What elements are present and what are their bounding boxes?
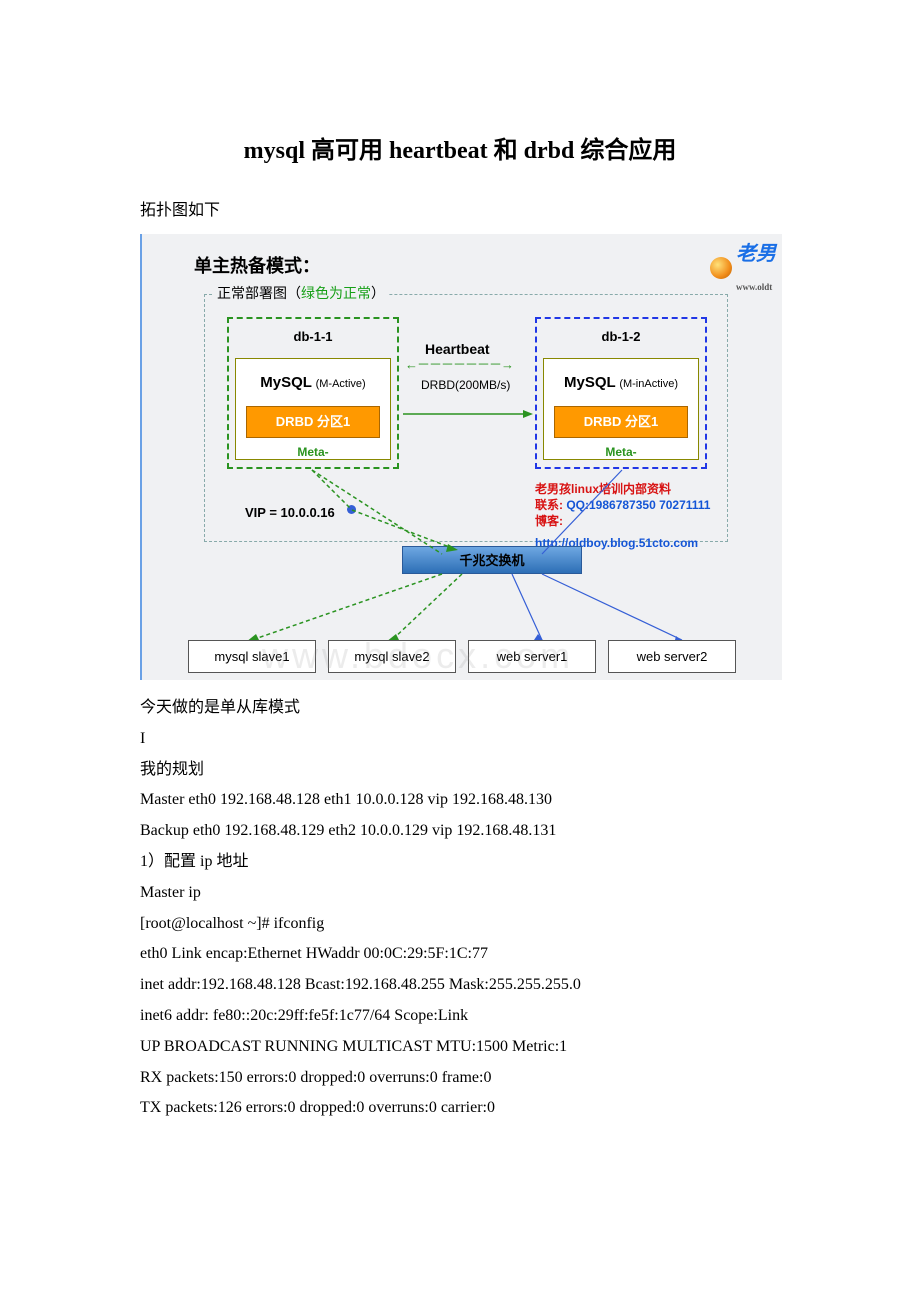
brand-logo: 老男 www.oldt: [710, 236, 776, 301]
db-label: MySQL: [260, 374, 312, 391]
contact-value: QQ:1986787350 70271111: [563, 498, 710, 512]
logo-text: 老男: [736, 243, 776, 265]
db-state: (M-Active): [316, 378, 366, 390]
body-line: 今天做的是单从库模式: [140, 694, 780, 723]
contact-label: 联系:: [535, 498, 563, 512]
topology-diagram: 老男 www.oldt 单主热备模式： 正常部署图（绿色为正常） db-1-1 …: [140, 234, 780, 680]
drbd-arrow-icon: [403, 401, 533, 411]
deployment-group: 正常部署图（绿色为正常） db-1-1 MySQL (M-Active) DRB…: [204, 294, 728, 542]
heartbeat-arrow: ←－－－－－－－→: [405, 353, 513, 376]
meta-label: Meta-: [544, 442, 698, 464]
body-line: I: [140, 725, 780, 754]
mode-title: 单主热备模式：: [194, 250, 320, 282]
logo-sub: www.oldt: [736, 282, 772, 292]
node-name: db-1-2: [537, 325, 705, 348]
body-line: TX packets:126 errors:0 dropped:0 overru…: [140, 1094, 780, 1123]
body-line: [root@localhost ~]# ifconfig: [140, 910, 780, 939]
node-db-1-2: db-1-2 MySQL (M-inActive) DRBD 分区1 Meta-: [535, 317, 707, 469]
logo-icon: [710, 257, 732, 279]
body-line: UP BROADCAST RUNNING MULTICAST MTU:1500 …: [140, 1033, 780, 1062]
mysql-box: MySQL (M-inActive) DRBD 分区1 Meta-: [543, 358, 699, 460]
drbd-partition: DRBD 分区1: [554, 406, 688, 437]
drbd-speed-label: DRBD(200MB/s): [421, 375, 510, 397]
group-label-post: ）: [371, 285, 385, 301]
group-label: 正常部署图（绿色为正常）: [213, 281, 389, 306]
intro-text: 拓扑图如下: [140, 197, 780, 226]
body-line: Master ip: [140, 879, 780, 908]
server-web2: web server2: [608, 640, 736, 673]
body-line: 我的规划: [140, 756, 780, 785]
watermark: www.bdocx.com: [262, 624, 574, 680]
vip-dot-icon: [347, 505, 356, 514]
db-label: MySQL: [564, 374, 616, 391]
page-title: mysql 高可用 heartbeat 和 drbd 综合应用: [140, 130, 780, 173]
group-label-green: 绿色为正常: [301, 285, 371, 301]
drbd-partition: DRBD 分区1: [246, 406, 380, 437]
gigabit-switch: 千兆交换机: [402, 546, 582, 574]
body-line: inet addr:192.168.48.128 Bcast:192.168.4…: [140, 971, 780, 1000]
db-state: (M-inActive): [619, 378, 678, 390]
body-line: Master eth0 192.168.48.128 eth1 10.0.0.1…: [140, 786, 780, 815]
group-label-pre: 正常部署图（: [217, 285, 301, 301]
meta-label: Meta-: [236, 442, 390, 464]
blog-label: 博客:: [535, 514, 563, 528]
vip-label: VIP = 10.0.0.16: [245, 501, 335, 524]
body-line: inet6 addr: fe80::20c:29ff:fe5f:1c77/64 …: [140, 1002, 780, 1031]
body-line: eth0 Link encap:Ethernet HWaddr 00:0C:29…: [140, 940, 780, 969]
mysql-box: MySQL (M-Active) DRBD 分区1 Meta-: [235, 358, 391, 460]
body-line: RX packets:150 errors:0 dropped:0 overru…: [140, 1064, 780, 1093]
body-line: Backup eth0 192.168.48.129 eth2 10.0.0.1…: [140, 817, 780, 846]
node-name: db-1-1: [229, 325, 397, 348]
body-line: 1）配置 ip 地址: [140, 848, 780, 877]
node-db-1-1: db-1-1 MySQL (M-Active) DRBD 分区1 Meta-: [227, 317, 399, 469]
